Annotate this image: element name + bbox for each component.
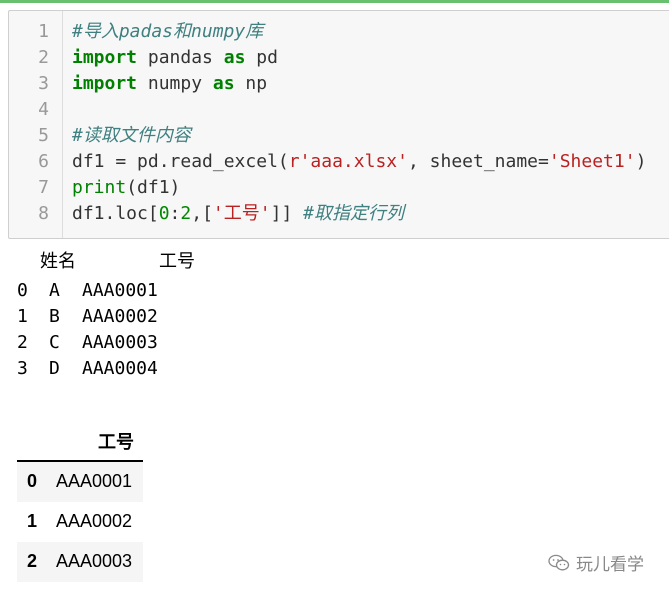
- code-token: ,[: [191, 203, 213, 224]
- line-number: 8: [38, 203, 49, 224]
- line-number: 2: [38, 47, 49, 68]
- dataframe-row: 2 AAA0003: [17, 542, 143, 582]
- code-token: df1 = pd.read_excel(: [72, 151, 289, 172]
- code-token: :: [169, 203, 181, 224]
- output-row-id: AAA0004: [82, 358, 158, 379]
- line-number: 5: [38, 125, 49, 146]
- output-row-name: C: [49, 332, 60, 353]
- line-number: 6: [38, 151, 49, 172]
- output-row-name: A: [49, 280, 60, 301]
- code-token: 0: [158, 203, 170, 224]
- code-token: numpy: [137, 73, 213, 94]
- code-line: import pandas as pd: [72, 45, 278, 71]
- code-token: as: [223, 47, 246, 68]
- code-token: #读取文件内容: [72, 125, 191, 146]
- dataframe-row-index: 0: [27, 471, 38, 491]
- dataframe-cell: AAA0002: [56, 511, 133, 531]
- output-row-index: 2: [17, 332, 28, 353]
- code-token: '工号': [212, 203, 271, 224]
- output-row-name: D: [49, 358, 60, 379]
- code-token: #取指定行列: [303, 203, 404, 224]
- output-row-id: AAA0003: [82, 332, 158, 353]
- line-number-gutter: 1 2 3 4 5 6 7 8: [9, 11, 63, 238]
- line-number: 4: [38, 99, 49, 120]
- wechat-icon: [548, 554, 570, 570]
- code-line: df1 = pd.read_excel(r'aaa.xlsx', sheet_n…: [72, 149, 646, 175]
- code-token: pd: [245, 47, 278, 68]
- code-token: pandas: [137, 47, 224, 68]
- code-token: 'Sheet1': [548, 151, 636, 172]
- code-line: import numpy as np: [72, 71, 267, 97]
- code-token: , sheet_name=: [407, 151, 549, 172]
- code-token: import: [72, 73, 138, 94]
- code-token: (df1): [126, 177, 181, 198]
- code-token: 2: [180, 203, 192, 224]
- code-token: df1.loc[: [72, 203, 159, 224]
- output-row-name: B: [49, 306, 60, 327]
- dataframe-cell: AAA0003: [56, 551, 133, 571]
- line-number: 7: [38, 177, 49, 198]
- dataframe-header: 工号: [17, 420, 143, 462]
- code-token: #导入padas和numpy库: [72, 21, 264, 42]
- output-header-id: 工号: [159, 251, 195, 272]
- output-row-index: 1: [17, 306, 28, 327]
- code-line: df1.loc[0:2,['工号']] #取指定行列: [72, 201, 404, 227]
- output-row-index: 0: [17, 280, 28, 301]
- output-row-id: AAA0002: [82, 306, 158, 327]
- code-token: r'aaa.xlsx': [288, 151, 408, 172]
- output-row-index: 3: [17, 358, 28, 379]
- dataframe-row: 1 AAA0002: [17, 502, 143, 542]
- watermark-text: 玩儿看学: [576, 555, 644, 574]
- code-line: #读取文件内容: [72, 123, 191, 149]
- dataframe-row-index: 2: [27, 551, 38, 571]
- watermark: 玩儿看学: [548, 550, 644, 575]
- line-number: 3: [38, 73, 49, 94]
- dataframe-column-header: 工号: [98, 432, 134, 452]
- dataframe-cell: AAA0001: [56, 471, 133, 491]
- code-line: print(df1): [72, 175, 180, 201]
- dataframe-row: 0 AAA0001: [17, 462, 143, 502]
- code-token: import: [72, 47, 138, 68]
- code-cell[interactable]: 1 2 3 4 5 6 7 8 #导入padas和numpy库 import pa…: [8, 10, 669, 239]
- code-token: ]]: [270, 203, 304, 224]
- output-row-id: AAA0001: [82, 280, 158, 301]
- code-token: np: [234, 73, 268, 94]
- code-token: as: [212, 73, 235, 94]
- code-token: ): [635, 151, 647, 172]
- dataframe-row-index: 1: [27, 511, 38, 531]
- cell-selection-bar: [0, 0, 669, 3]
- code-line: #导入padas和numpy库: [72, 19, 263, 45]
- code-token: print: [72, 177, 127, 198]
- line-number: 1: [38, 21, 49, 42]
- output-header-name: 姓名: [40, 251, 76, 272]
